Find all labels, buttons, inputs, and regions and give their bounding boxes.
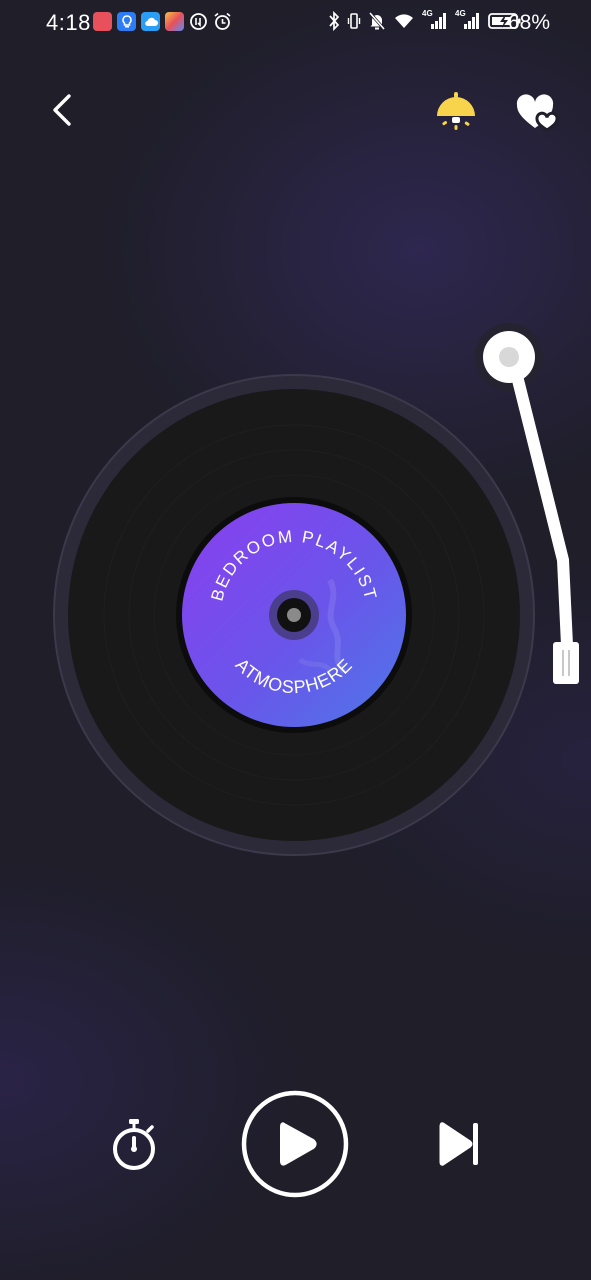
- system-icons: 4G 4G: [328, 9, 522, 31]
- player-screen: 4:18 4G 4G 68% BEDROOM PLAYLIST ATMOSPHE…: [0, 0, 591, 1280]
- tonearm: [475, 323, 579, 684]
- heart-favorites-icon: [516, 94, 559, 132]
- play-icon: [241, 1090, 349, 1198]
- bluetooth-icon: [329, 11, 340, 31]
- mute-bell-icon: [368, 12, 386, 30]
- label-bottom-text: ATMOSPHERE: [232, 654, 357, 697]
- weather-app-icon: [141, 12, 160, 31]
- data-saver-icon: [189, 12, 208, 31]
- chevron-left-icon: [53, 94, 71, 126]
- photos-app-icon: [165, 12, 184, 31]
- turntable: BEDROOM PLAYLIST ATMOSPHERE: [53, 323, 579, 856]
- play-button[interactable]: [240, 1089, 350, 1199]
- status-time: 4:18: [46, 10, 91, 35]
- notification-icons: [93, 12, 232, 31]
- spindle-ring: [269, 590, 319, 640]
- favorites-button[interactable]: [513, 88, 561, 136]
- sleep-timer-button[interactable]: [106, 1116, 162, 1174]
- skip-next-icon: [439, 1122, 478, 1166]
- back-button[interactable]: [38, 86, 86, 134]
- signal-1-icon: 4G: [422, 9, 448, 31]
- signal-2-icon: 4G: [455, 9, 481, 31]
- status-bar: 4:18 4G 4G 68%: [0, 0, 591, 48]
- stopwatch-icon: [113, 1119, 155, 1170]
- next-track-button[interactable]: [434, 1118, 486, 1170]
- wifi-icon: [395, 14, 413, 28]
- label-top-text: BEDROOM PLAYLIST: [207, 527, 380, 603]
- battery-percentage: 68%: [508, 11, 551, 34]
- lamp-icon: [437, 92, 475, 130]
- vinyl-record: [68, 389, 520, 841]
- platter: [53, 374, 535, 856]
- lightbulb-app-icon: [117, 12, 136, 31]
- alarm-clock-icon: [213, 12, 232, 31]
- record-label: [182, 503, 406, 727]
- vibrate-icon: [347, 13, 361, 29]
- huawei-app-icon: [93, 12, 112, 31]
- spindle: [287, 608, 301, 622]
- lamp-button[interactable]: [432, 88, 480, 136]
